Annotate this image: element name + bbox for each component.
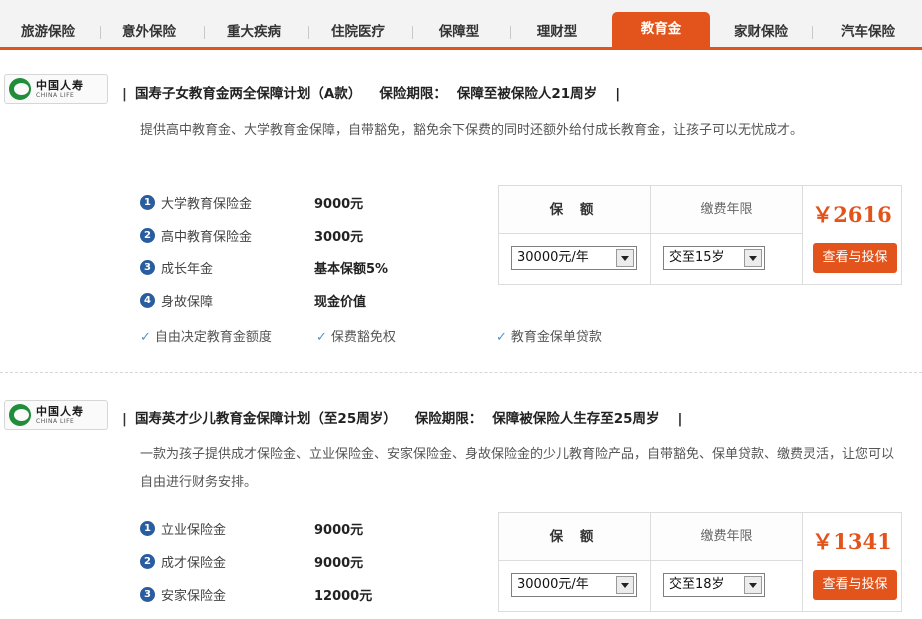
tab-accident-insurance[interactable]: 意外保险 <box>104 18 194 47</box>
feature-item: 2 成才保险金 9000元 <box>140 552 440 572</box>
feature-item: 3 安家保险金 12000元 <box>140 585 440 605</box>
tab-separator <box>412 26 413 39</box>
dropdown-arrow-icon[interactable] <box>616 576 634 594</box>
tab-separator <box>812 26 813 39</box>
term-value: 保障被保险人生存至25周岁 <box>492 411 660 427</box>
checkmark-icon: ✓ <box>496 330 507 345</box>
feature-item: 2 高中教育保险金 3000元 <box>140 226 440 246</box>
number-badge-3: 3 <box>140 587 155 602</box>
tab-travel-insurance[interactable]: 旅游保险 <box>4 18 92 47</box>
payment-period-select[interactable]: 交至18岁 <box>663 573 765 597</box>
dropdown-arrow-icon[interactable] <box>616 249 634 267</box>
tab-education-fund[interactable]: 教育金 <box>612 12 710 47</box>
china-life-logo: 中国人寿 CHINA LIFE <box>4 74 108 104</box>
feature-item: 3 成长年金 基本保额5% <box>140 258 440 278</box>
tab-auto-insurance[interactable]: 汽车保险 <box>818 18 918 47</box>
view-and-buy-button[interactable]: 查看与投保 <box>813 243 897 273</box>
payment-period-header: 缴费年限 <box>651 513 802 561</box>
logo-cn-text: 中国人寿 <box>36 404 84 418</box>
feature-value: 12000元 <box>314 589 373 604</box>
premium-price: ￥1341 <box>812 529 892 554</box>
number-badge-1: 1 <box>140 521 155 536</box>
payment-period-header: 缴费年限 <box>651 186 802 234</box>
number-badge-2: 2 <box>140 554 155 569</box>
number-badge-4: 4 <box>140 293 155 308</box>
feature-name: 高中教育保险金 <box>161 230 253 245</box>
feature-value: 基本保额5% <box>314 262 389 277</box>
view-and-buy-button[interactable]: 查看与投保 <box>813 570 897 600</box>
quote-box: 保 额 30000元/年 缴费年限 交至18岁 ￥1341 查看与投保 <box>498 512 902 612</box>
payment-period-select[interactable]: 交至15岁 <box>663 246 765 270</box>
logo-en-text: CHINA LIFE <box>36 417 75 425</box>
number-badge-1: 1 <box>140 195 155 210</box>
dropdown-arrow-icon[interactable] <box>744 576 762 594</box>
benefit-check-item: ✓ 教育金保单贷款 <box>496 330 602 345</box>
tab-separator <box>510 26 511 39</box>
coverage-header: 保 额 <box>499 513 650 561</box>
feature-value: 9000元 <box>314 197 364 212</box>
dropdown-arrow-icon[interactable] <box>744 249 762 267</box>
china-life-emblem-icon <box>9 78 31 100</box>
feature-name: 大学教育保险金 <box>161 197 253 212</box>
feature-item: 1 大学教育保险金 9000元 <box>140 193 440 213</box>
quote-box: 保 额 30000元/年 缴费年限 交至15岁 ￥2616 查看与投保 <box>498 185 902 285</box>
tab-separator <box>204 26 205 39</box>
section-divider <box>0 372 922 373</box>
feature-value: 9000元 <box>314 556 364 571</box>
checkmark-icon: ✓ <box>316 330 327 345</box>
term-label: 保险期限： <box>379 86 447 102</box>
product-description: 一款为孩子提供成才保险金、立业保险金、安家保险金、身故保险金的少儿教育险产品，自… <box>140 447 895 490</box>
feature-name: 安家保险金 <box>161 589 227 604</box>
tab-wealth-management[interactable]: 理财型 <box>514 18 600 47</box>
logo-en-text: CHINA LIFE <box>36 91 75 99</box>
benefit-check-item: ✓ 自由决定教育金额度 <box>140 330 272 345</box>
china-life-emblem-icon <box>9 404 31 426</box>
feature-name: 成才保险金 <box>161 556 227 571</box>
benefit-check-item: ✓ 保费豁免权 <box>316 330 396 345</box>
tab-protection-type[interactable]: 保障型 <box>416 18 502 47</box>
product-title[interactable]: 国寿子女教育金两全保障计划（A款） <box>135 86 361 102</box>
product-title[interactable]: 国寿英才少儿教育金保障计划（至25周岁） <box>135 411 397 427</box>
feature-name: 立业保险金 <box>161 523 227 538</box>
feature-value: 9000元 <box>314 523 364 538</box>
coverage-select[interactable]: 30000元/年 <box>511 573 637 597</box>
term-value: 保障至被保险人21周岁 <box>456 86 598 102</box>
china-life-logo: 中国人寿 CHINA LIFE <box>4 400 108 430</box>
tab-hospital-medical[interactable]: 住院医疗 <box>312 18 404 47</box>
feature-value: 现金价值 <box>314 295 367 310</box>
logo-cn-text: 中国人寿 <box>36 78 84 92</box>
premium-price: ￥2616 <box>812 202 892 227</box>
category-tab-bar: 旅游保险 意外保险 重大疾病 住院医疗 保障型 理财型 教育金 家财保险 汽车保… <box>0 0 922 50</box>
coverage-select[interactable]: 30000元/年 <box>511 246 637 270</box>
tab-separator <box>100 26 101 39</box>
feature-name: 成长年金 <box>161 262 214 277</box>
feature-item: 4 身故保障 现金价值 <box>140 291 440 311</box>
coverage-header: 保 额 <box>499 186 650 234</box>
number-badge-2: 2 <box>140 228 155 243</box>
product-headline: | 国寿子女教育金两全保障计划（A款） 保险期限： 保障至被保险人21周岁 | <box>122 86 621 102</box>
tab-separator <box>308 26 309 39</box>
feature-name: 身故保障 <box>161 295 214 310</box>
term-label: 保险期限： <box>414 411 483 427</box>
number-badge-3: 3 <box>140 260 155 275</box>
feature-item: 1 立业保险金 9000元 <box>140 519 440 539</box>
product-headline: | 国寿英才少儿教育金保障计划（至25周岁） 保险期限： 保障被保险人生存至25周岁 | <box>122 411 683 427</box>
feature-value: 3000元 <box>314 230 364 245</box>
checkmark-icon: ✓ <box>140 330 151 345</box>
product-description: 提供高中教育金、大学教育金保障，自带豁免，豁免余下保费的同时还额外给付成长教育金… <box>140 123 804 138</box>
tab-home-property[interactable]: 家财保险 <box>716 18 806 47</box>
tab-critical-illness[interactable]: 重大疾病 <box>208 18 300 47</box>
